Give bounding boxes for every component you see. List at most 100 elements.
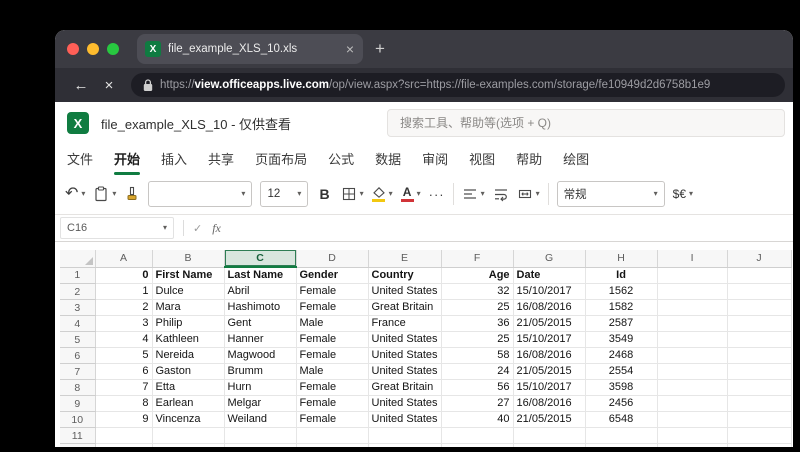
- column-header-F[interactable]: F: [441, 250, 514, 268]
- cell-J4[interactable]: [727, 315, 792, 332]
- cell-H5[interactable]: 3549: [585, 331, 658, 348]
- row-header-10[interactable]: 10: [60, 411, 96, 428]
- row-header-12[interactable]: 12: [60, 443, 96, 447]
- cell-B10[interactable]: Vincenza: [152, 411, 225, 428]
- cell-E10[interactable]: United States: [368, 411, 442, 428]
- format-painter-button[interactable]: [124, 186, 140, 202]
- undo-button[interactable]: ↶ ▾: [65, 186, 85, 202]
- ribbon-tab-1[interactable]: 开始: [114, 144, 141, 175]
- column-header-B[interactable]: B: [152, 250, 225, 268]
- row-header-4[interactable]: 4: [60, 315, 96, 332]
- fill-color-button[interactable]: ▾: [372, 186, 393, 202]
- cell-B11[interactable]: [152, 427, 225, 444]
- cell-E11[interactable]: [368, 427, 442, 444]
- cell-F12[interactable]: [441, 443, 514, 447]
- cell-A9[interactable]: 8: [95, 395, 153, 412]
- cell-C8[interactable]: Hurn: [224, 379, 297, 396]
- address-bar[interactable]: https://view.officeapps.live.com/op/view…: [131, 73, 785, 97]
- cell-E9[interactable]: United States: [368, 395, 442, 412]
- cell-B5[interactable]: Kathleen: [152, 331, 225, 348]
- column-header-G[interactable]: G: [513, 250, 586, 268]
- row-header-1[interactable]: 1: [60, 267, 96, 284]
- cell-I11[interactable]: [657, 427, 728, 444]
- name-box[interactable]: C16 ▾: [60, 217, 174, 239]
- font-color-button[interactable]: A ▾: [400, 186, 421, 202]
- cell-I8[interactable]: [657, 379, 728, 396]
- cell-A10[interactable]: 9: [95, 411, 153, 428]
- cell-A6[interactable]: 5: [95, 347, 153, 364]
- cell-E12[interactable]: [368, 443, 442, 447]
- cell-G6[interactable]: 16/08/2016: [513, 347, 586, 364]
- search-input[interactable]: [387, 109, 785, 137]
- cell-H9[interactable]: 2456: [585, 395, 658, 412]
- cell-A3[interactable]: 2: [95, 299, 153, 316]
- cell-H1[interactable]: Id: [585, 267, 658, 284]
- column-header-A[interactable]: A: [95, 250, 153, 268]
- cell-E7[interactable]: United States: [368, 363, 442, 380]
- cell-D5[interactable]: Female: [296, 331, 369, 348]
- cell-H11[interactable]: [585, 427, 658, 444]
- cell-B1[interactable]: First Name: [152, 267, 225, 284]
- cell-C2[interactable]: Abril: [224, 283, 297, 300]
- cell-A8[interactable]: 7: [95, 379, 153, 396]
- cell-F1[interactable]: Age: [441, 267, 514, 284]
- cell-C9[interactable]: Melgar: [224, 395, 297, 412]
- row-header-8[interactable]: 8: [60, 379, 96, 396]
- font-size-select[interactable]: 12 ▾: [260, 181, 309, 207]
- cell-C3[interactable]: Hashimoto: [224, 299, 297, 316]
- cell-H10[interactable]: 6548: [585, 411, 658, 428]
- cell-I2[interactable]: [657, 283, 728, 300]
- cell-F5[interactable]: 25: [441, 331, 514, 348]
- cell-G9[interactable]: 16/08/2016: [513, 395, 586, 412]
- cell-D11[interactable]: [296, 427, 369, 444]
- column-header-I[interactable]: I: [657, 250, 728, 268]
- cell-E5[interactable]: United States: [368, 331, 442, 348]
- cell-D1[interactable]: Gender: [296, 267, 369, 284]
- cell-G1[interactable]: Date: [513, 267, 586, 284]
- cell-J8[interactable]: [727, 379, 792, 396]
- merge-cells-button[interactable]: ▾: [517, 186, 540, 202]
- cell-B3[interactable]: Mara: [152, 299, 225, 316]
- cell-F6[interactable]: 58: [441, 347, 514, 364]
- row-header-5[interactable]: 5: [60, 331, 96, 348]
- cell-G2[interactable]: 15/10/2017: [513, 283, 586, 300]
- cell-D12[interactable]: [296, 443, 369, 447]
- cell-A4[interactable]: 3: [95, 315, 153, 332]
- row-header-7[interactable]: 7: [60, 363, 96, 380]
- cell-J9[interactable]: [727, 395, 792, 412]
- cell-D10[interactable]: Female: [296, 411, 369, 428]
- cell-H7[interactable]: 2554: [585, 363, 658, 380]
- ribbon-tab-8[interactable]: 视图: [469, 144, 495, 175]
- column-header-C[interactable]: C: [224, 250, 297, 268]
- cell-B6[interactable]: Nereida: [152, 347, 225, 364]
- cell-F3[interactable]: 25: [441, 299, 514, 316]
- more-formatting-button[interactable]: ···: [429, 187, 445, 202]
- column-header-H[interactable]: H: [585, 250, 658, 268]
- cell-B8[interactable]: Etta: [152, 379, 225, 396]
- ribbon-tab-2[interactable]: 插入: [161, 144, 187, 175]
- column-header-J[interactable]: J: [727, 250, 792, 268]
- cell-E8[interactable]: Great Britain: [368, 379, 442, 396]
- cell-H12[interactable]: [585, 443, 658, 447]
- font-name-select[interactable]: ▾: [148, 181, 253, 207]
- row-header-9[interactable]: 9: [60, 395, 96, 412]
- cell-I6[interactable]: [657, 347, 728, 364]
- cell-E1[interactable]: Country: [368, 267, 442, 284]
- cell-J2[interactable]: [727, 283, 792, 300]
- bold-button[interactable]: B: [316, 186, 332, 202]
- window-minimize-button[interactable]: [87, 43, 99, 55]
- cell-C6[interactable]: Magwood: [224, 347, 297, 364]
- cell-I10[interactable]: [657, 411, 728, 428]
- cell-G7[interactable]: 21/05/2015: [513, 363, 586, 380]
- cell-I4[interactable]: [657, 315, 728, 332]
- cell-D6[interactable]: Female: [296, 347, 369, 364]
- window-close-button[interactable]: [67, 43, 79, 55]
- tab-close-icon[interactable]: ×: [343, 41, 357, 57]
- cell-H4[interactable]: 2587: [585, 315, 658, 332]
- number-format-select[interactable]: 常规 ▾: [556, 181, 665, 207]
- cell-I7[interactable]: [657, 363, 728, 380]
- cell-B9[interactable]: Earlean: [152, 395, 225, 412]
- window-zoom-button[interactable]: [107, 43, 119, 55]
- ribbon-tab-3[interactable]: 共享: [208, 144, 234, 175]
- cell-A2[interactable]: 1: [95, 283, 153, 300]
